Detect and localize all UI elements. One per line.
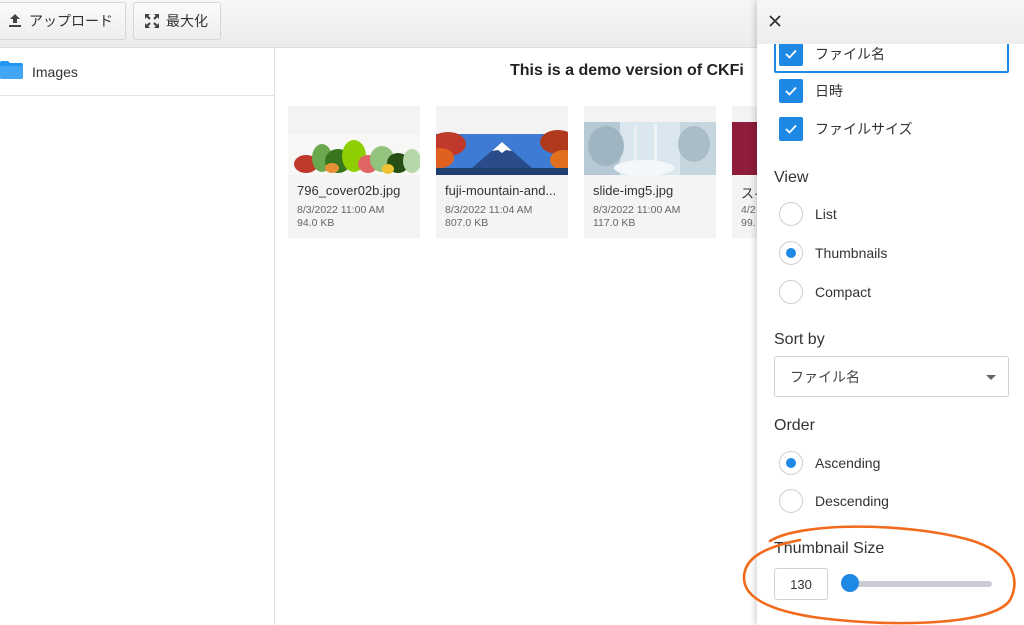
settings-header xyxy=(757,0,1024,44)
view-option-list[interactable]: List xyxy=(779,201,837,227)
sort-by-value: ファイル名 xyxy=(790,368,860,385)
radio-thumbnails[interactable] xyxy=(779,241,803,265)
sort-by-label: Sort by xyxy=(774,331,825,348)
order-option-descending[interactable]: Descending xyxy=(779,488,889,514)
option-label: Thumbnails xyxy=(815,245,888,261)
file-card[interactable]: slide-img5.jpg 8/3/2022 11:00 AM 117.0 K… xyxy=(584,106,716,238)
thumbnail-size-value: 130 xyxy=(790,576,812,592)
file-size: 99. xyxy=(741,217,756,229)
check-icon xyxy=(785,124,797,134)
view-option-thumbnails[interactable]: Thumbnails xyxy=(779,240,887,266)
thumbnail-size-slider[interactable] xyxy=(843,581,992,587)
option-label: Ascending xyxy=(815,455,881,471)
folder-panel: Images xyxy=(0,48,275,625)
file-name: slide-img5.jpg xyxy=(593,183,674,198)
radio-list[interactable] xyxy=(779,202,803,226)
file-name: fuji-mountain-and... xyxy=(445,183,557,198)
file-name: 796_cover02b.jpg xyxy=(297,183,401,198)
folder-item-images[interactable]: Images xyxy=(0,48,274,96)
checkbox-date[interactable] xyxy=(779,79,803,103)
maximize-label: 最大化 xyxy=(166,13,208,29)
file-date: 8/3/2022 11:04 AM xyxy=(445,204,533,216)
file-thumbnail xyxy=(288,106,420,175)
option-date[interactable]: 日時 xyxy=(779,78,843,104)
option-label: Descending xyxy=(815,493,889,509)
maximize-icon xyxy=(144,13,160,29)
close-icon xyxy=(769,15,781,27)
maximize-button[interactable]: 最大化 xyxy=(133,2,221,40)
file-date: 8/3/2022 11:00 AM xyxy=(297,204,385,216)
folder-icon xyxy=(0,61,24,82)
file-card[interactable]: ス· 4/2 99. xyxy=(732,106,760,238)
file-card[interactable]: fuji-mountain-and... 8/3/2022 11:04 AM 8… xyxy=(436,106,568,238)
file-area: This is a demo version of CKFi 796_cover… xyxy=(276,48,760,625)
thumbnail-size-input[interactable]: 130 xyxy=(774,568,828,600)
option-label: 日時 xyxy=(815,83,843,99)
file-card[interactable]: 796_cover02b.jpg 8/3/2022 11:00 AM 94.0 … xyxy=(288,106,420,238)
radio-ascending[interactable] xyxy=(779,451,803,475)
file-thumbnail xyxy=(584,106,716,175)
folder-label: Images xyxy=(32,63,78,80)
demo-banner: This is a demo version of CKFi xyxy=(510,62,744,79)
option-label: Compact xyxy=(815,284,872,300)
file-size: 94.0 KB xyxy=(297,217,335,229)
file-thumbnail xyxy=(436,106,568,175)
option-label: ファイルサイズ xyxy=(815,121,913,137)
radio-compact[interactable] xyxy=(779,280,803,304)
file-thumbnail xyxy=(732,106,760,175)
view-label: View xyxy=(774,169,809,186)
checkbox-filesize[interactable] xyxy=(779,117,803,141)
upload-button[interactable]: アップロード xyxy=(0,2,126,40)
file-size: 117.0 KB xyxy=(593,217,636,229)
upload-label: アップロード xyxy=(29,13,113,29)
upload-icon xyxy=(7,13,23,29)
option-label: List xyxy=(815,206,837,222)
order-label: Order xyxy=(774,417,815,434)
thumbnail-size-label: Thumbnail Size xyxy=(774,540,885,557)
sort-by-select[interactable]: ファイル名 xyxy=(774,356,1009,397)
radio-descending[interactable] xyxy=(779,489,803,513)
file-date: 4/2 xyxy=(741,204,756,216)
file-size: 807.0 KB xyxy=(445,217,489,229)
option-filesize[interactable]: ファイルサイズ xyxy=(779,116,913,142)
view-option-compact[interactable]: Compact xyxy=(779,279,871,305)
caret-down-icon xyxy=(986,375,996,380)
close-button[interactable] xyxy=(765,11,785,31)
file-date: 8/3/2022 11:00 AM xyxy=(593,204,681,216)
settings-panel: ファイル名 日時 ファイルサイズ View List Thumbnails Co… xyxy=(757,0,1024,625)
order-option-ascending[interactable]: Ascending xyxy=(779,450,880,476)
slider-thumb[interactable] xyxy=(841,574,860,592)
check-icon xyxy=(785,86,797,96)
toolbar: アップロード 最大化 xyxy=(0,0,760,48)
